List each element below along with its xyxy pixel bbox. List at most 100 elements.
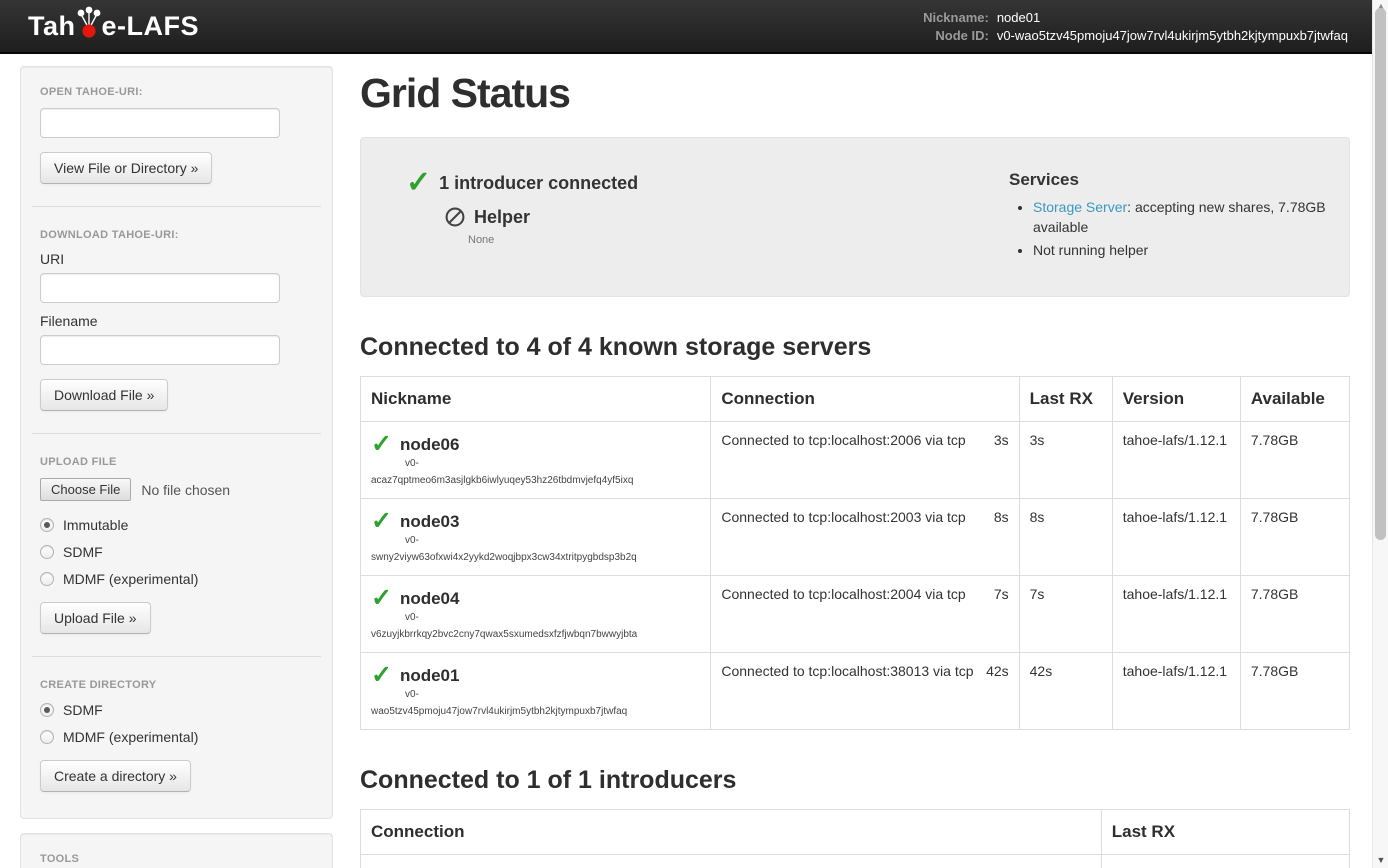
tools-label: TOOLS bbox=[40, 853, 313, 865]
column-header-nickname: Nickname bbox=[361, 377, 711, 422]
table-row: ✓ node04 v0- v6zuyjkbrrkqy2bvc2cny7qwax5… bbox=[361, 576, 1350, 653]
storage-server-link[interactable]: Storage Server bbox=[1033, 199, 1127, 215]
nickname-value: node01 bbox=[997, 10, 1348, 25]
server-last-rx: 7s bbox=[1019, 576, 1112, 653]
download-filename-input[interactable] bbox=[40, 335, 280, 365]
connection-age: 7s bbox=[994, 586, 1009, 602]
scrollbar-thumb[interactable] bbox=[1375, 8, 1386, 540]
service-item-helper: Not running helper bbox=[1033, 241, 1329, 261]
server-nickname: node06 bbox=[400, 435, 460, 455]
service-item-storage: Storage Server: accepting new shares, 7.… bbox=[1033, 198, 1329, 237]
vertical-scrollbar[interactable]: ▲ ▼ bbox=[1372, 0, 1388, 868]
filename-field-label: Filename bbox=[40, 313, 313, 329]
introducer-status-text: 1 introducer connected bbox=[439, 173, 638, 194]
table-row: ✓ node03 v0- swny2viyw63ofxwi4x2yykd2woq… bbox=[361, 499, 1350, 576]
server-last-rx: 8s bbox=[1019, 499, 1112, 576]
upload-file-button[interactable]: Upload File » bbox=[40, 602, 151, 634]
server-id-prefix: v0- bbox=[405, 458, 700, 469]
sidebar-forms-panel: OPEN TAHOE-URI: View File or Directory »… bbox=[20, 66, 333, 819]
server-last-rx: 42s bbox=[1019, 653, 1112, 730]
server-last-rx: 3s bbox=[1019, 422, 1112, 499]
download-uri-input[interactable] bbox=[40, 273, 280, 303]
radio-row-mdmf-dir: MDMF (experimental) bbox=[40, 729, 313, 745]
column-header-version: Version bbox=[1112, 377, 1240, 422]
server-connection: Connected to tcp:localhost:38013 via tcp bbox=[721, 663, 973, 679]
helper-disabled-icon bbox=[444, 206, 466, 228]
radio-row-sdmf-upload: SDMF bbox=[40, 544, 313, 560]
scroll-down-arrow-icon[interactable]: ▼ bbox=[1373, 854, 1388, 866]
tahoe-lafs-logo[interactable]: Tah e-LAFS bbox=[28, 8, 199, 44]
node-info: Nickname: node01 Node ID: v0-wao5tzv45pm… bbox=[923, 10, 1348, 43]
radio-mdmf-dir[interactable] bbox=[40, 730, 54, 744]
server-version: tahoe-lafs/1.12.1 bbox=[1112, 653, 1240, 730]
radio-sdmf-dir[interactable] bbox=[40, 703, 54, 717]
sidebar: OPEN TAHOE-URI: View File or Directory »… bbox=[20, 66, 333, 868]
top-navbar: Tah e-LAFS Nickname: node01 Node ID: v0-… bbox=[0, 0, 1372, 54]
logo-text-post: e-LAFS bbox=[102, 11, 200, 42]
server-version: tahoe-lafs/1.12.1 bbox=[1112, 422, 1240, 499]
server-id-prefix: v0- bbox=[405, 535, 700, 546]
radio-mdmf-dir-label: MDMF (experimental) bbox=[63, 729, 198, 745]
download-uri-label: DOWNLOAD TAHOE-URI: bbox=[40, 229, 313, 241]
server-id-prefix: v0- bbox=[405, 689, 700, 700]
server-connection: Connected to tcp:localhost:2004 via tcp bbox=[721, 586, 965, 602]
server-available: 7.78GB bbox=[1240, 576, 1349, 653]
server-version: tahoe-lafs/1.12.1 bbox=[1112, 499, 1240, 576]
main-content: Grid Status ✓ 1 introducer connected Hel… bbox=[360, 66, 1350, 868]
introducer-check-icon: ✓ bbox=[406, 168, 431, 198]
radio-row-sdmf-dir: SDMF bbox=[40, 702, 313, 718]
tahoe-dot-icon bbox=[74, 5, 104, 41]
radio-mdmf-upload-label: MDMF (experimental) bbox=[63, 571, 198, 587]
divider bbox=[32, 206, 321, 207]
server-id-prefix: v0- bbox=[405, 612, 700, 623]
radio-mdmf-upload[interactable] bbox=[40, 572, 54, 586]
column-header-available: Available bbox=[1240, 377, 1349, 422]
table-row: ✓ Connected to tcp:localhost:39165 via t… bbox=[361, 855, 1350, 868]
uri-field-label: URI bbox=[40, 251, 313, 267]
connected-check-icon: ✓ bbox=[371, 663, 392, 688]
column-header-connection: Connection bbox=[361, 810, 1102, 855]
server-id-hash: v6zuyjkbrrkqy2bvc2cny7qwax5sxumedsxfzfjw… bbox=[371, 629, 700, 640]
view-file-button[interactable]: View File or Directory » bbox=[40, 152, 212, 184]
services-title: Services bbox=[1009, 170, 1329, 190]
table-row: ✓ node01 v0- wao5tzv45pmoju47jow7rvl4uki… bbox=[361, 653, 1350, 730]
server-available: 7.78GB bbox=[1240, 499, 1349, 576]
connection-age: 42s bbox=[986, 663, 1009, 679]
create-directory-button[interactable]: Create a directory » bbox=[40, 760, 191, 792]
download-file-button[interactable]: Download File » bbox=[40, 379, 168, 411]
choose-file-button[interactable]: Choose File bbox=[40, 478, 131, 501]
server-available: 7.78GB bbox=[1240, 422, 1349, 499]
table-row: ✓ node06 v0- acaz7qptmeo6m3asjlgkb6iwlyu… bbox=[361, 422, 1350, 499]
radio-immutable[interactable] bbox=[40, 518, 54, 532]
page: Tah e-LAFS Nickname: node01 Node ID: v0-… bbox=[0, 0, 1388, 868]
grid-status-summary: ✓ 1 introducer connected Helper None Ser… bbox=[360, 137, 1350, 297]
radio-row-mdmf-upload: MDMF (experimental) bbox=[40, 571, 313, 587]
divider bbox=[32, 433, 321, 434]
create-directory-label: CREATE DIRECTORY bbox=[40, 679, 313, 691]
server-id-hash: acaz7qptmeo6m3asjlgkb6iwlyuqey53hz26tbdm… bbox=[371, 475, 700, 486]
server-id-hash: wao5tzv45pmoju47jow7rvl4ukirjm5ytbh2kjty… bbox=[371, 706, 700, 717]
server-connection: Connected to tcp:localhost:2006 via tcp bbox=[721, 432, 965, 448]
server-nickname: node04 bbox=[400, 589, 460, 609]
connection-age: 3s bbox=[994, 432, 1009, 448]
upload-file-label: UPLOAD FILE bbox=[40, 456, 313, 468]
radio-immutable-label: Immutable bbox=[63, 517, 128, 533]
node-id-value: v0-wao5tzv45pmoju47jow7rvl4ukirjm5ytbh2k… bbox=[997, 28, 1348, 43]
helper-value: None bbox=[468, 234, 1009, 246]
introducer-last-rx: 4s bbox=[1101, 855, 1349, 868]
storage-servers-heading: Connected to 4 of 4 known storage server… bbox=[360, 333, 1350, 362]
server-nickname: node01 bbox=[400, 666, 460, 686]
introducers-heading: Connected to 1 of 1 introducers bbox=[360, 766, 1350, 795]
connected-check-icon: ✓ bbox=[371, 432, 392, 457]
divider bbox=[32, 656, 321, 657]
column-header-last-rx: Last RX bbox=[1019, 377, 1112, 422]
server-available: 7.78GB bbox=[1240, 653, 1349, 730]
node-id-label: Node ID: bbox=[923, 28, 989, 43]
helper-title: Helper bbox=[474, 207, 530, 228]
column-header-connection: Connection bbox=[711, 377, 1019, 422]
radio-sdmf-upload[interactable] bbox=[40, 545, 54, 559]
connected-check-icon: ✓ bbox=[371, 586, 392, 611]
nickname-label: Nickname: bbox=[923, 10, 989, 25]
open-uri-input[interactable] bbox=[40, 108, 280, 138]
logo-text-pre: Tah bbox=[28, 11, 76, 42]
